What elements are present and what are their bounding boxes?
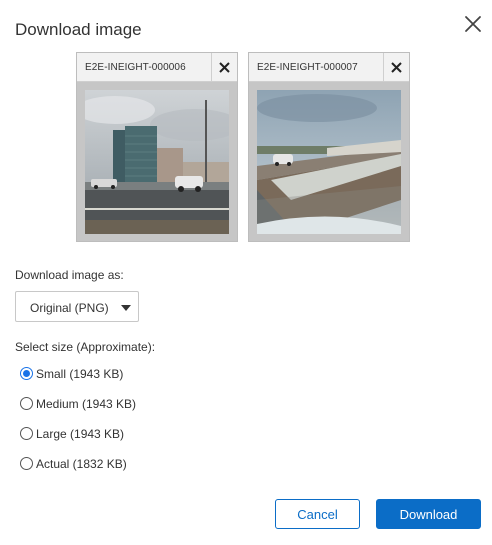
remove-image-button[interactable]: [211, 53, 237, 82]
size-label: Select size (Approximate):: [15, 340, 156, 354]
download-image-dialog: Download image E2E-INEIGHT-000006 E2E-IN…: [0, 0, 492, 545]
size-option-label: Small (1943 KB): [36, 367, 124, 381]
thumbnail-header: E2E-INEIGHT-000007: [249, 53, 409, 82]
remove-x-icon: [391, 62, 402, 73]
size-option-label: Large (1943 KB): [36, 427, 125, 441]
caret-down-icon: [121, 305, 131, 311]
radio-button[interactable]: [20, 427, 33, 440]
cancel-button[interactable]: Cancel: [275, 499, 360, 529]
radio-button[interactable]: [20, 367, 33, 380]
format-label: Download image as:: [15, 268, 124, 282]
remove-image-button[interactable]: [383, 53, 409, 82]
download-button[interactable]: Download: [376, 499, 481, 529]
format-selected-value: Original (PNG): [30, 301, 109, 315]
size-option-label: Actual (1832 KB): [36, 457, 127, 471]
close-dialog-button[interactable]: [461, 12, 485, 36]
dialog-title: Download image: [15, 20, 142, 39]
format-dropdown[interactable]: Original (PNG): [15, 291, 139, 322]
size-option-label: Medium (1943 KB): [36, 397, 137, 411]
radio-button[interactable]: [20, 397, 33, 410]
radio-button[interactable]: [20, 457, 33, 470]
close-icon: [465, 16, 481, 32]
image-thumbnail-card: E2E-INEIGHT-000007: [248, 52, 410, 242]
thumbnail-image: [85, 90, 229, 234]
thumbnail-header: E2E-INEIGHT-000006: [77, 53, 237, 82]
thumbnail-filename: E2E-INEIGHT-000007: [257, 62, 358, 73]
thumbnail-filename: E2E-INEIGHT-000006: [85, 62, 186, 73]
remove-x-icon: [219, 62, 230, 73]
image-thumbnail-card: E2E-INEIGHT-000006: [76, 52, 238, 242]
thumbnail-image: [257, 90, 401, 234]
